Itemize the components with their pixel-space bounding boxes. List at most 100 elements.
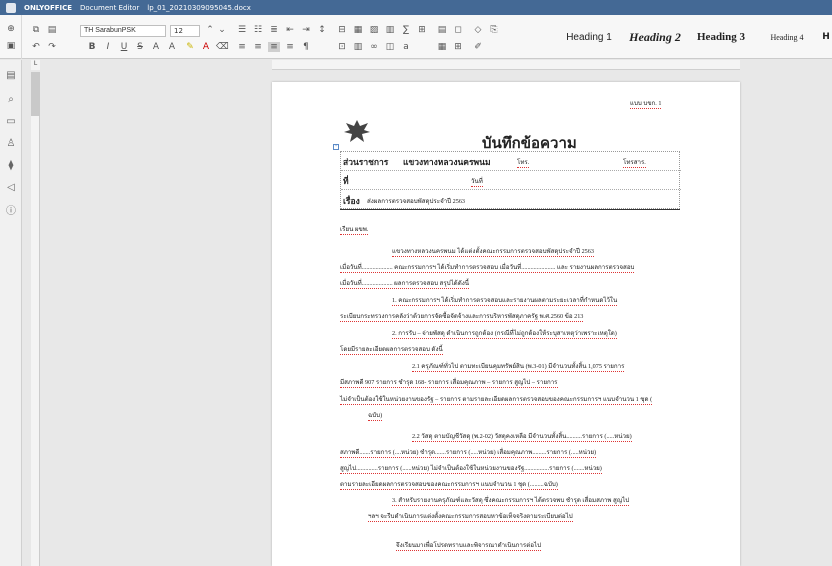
ruler-corner[interactable]: L bbox=[31, 60, 40, 70]
font-color-icon[interactable]: A bbox=[200, 42, 212, 52]
phone-label: โทร. bbox=[517, 159, 530, 168]
table-icon[interactable]: ▦ bbox=[352, 25, 364, 35]
text-art-icon[interactable]: a bbox=[400, 42, 412, 52]
document-page[interactable]: แบบ บขก. 1 บันทึกข้อความ + ส่วนราชการ แข… bbox=[272, 82, 740, 566]
body-line: เมื่อวันที่.................... ผลการตรว… bbox=[340, 280, 469, 289]
file-icon[interactable]: ▤ bbox=[5, 70, 17, 82]
form-reference: แบบ บขก. 1 bbox=[630, 100, 662, 109]
plugins-icon[interactable]: ⧫ bbox=[5, 160, 17, 172]
columns-icon[interactable]: ▥ bbox=[352, 42, 364, 52]
style-heading-1[interactable]: Heading 1 bbox=[556, 18, 622, 56]
align-center-icon[interactable]: ≡ bbox=[252, 42, 264, 52]
decrease-indent-icon[interactable]: ⇤ bbox=[284, 25, 296, 35]
info-icon[interactable]: ⓘ bbox=[5, 206, 17, 218]
strikethrough-icon[interactable]: S bbox=[134, 42, 146, 52]
body-line: มีสภาพดี 907 รายการ ชำรุด 168- รายการ เส… bbox=[340, 379, 558, 388]
body-line: แขวงทางหลวงนครพนม ได้แต่งตั้งคณะกรรมการต… bbox=[392, 248, 594, 257]
body-line: 2.1 ครุภัณฑ์ทั่วไป ตามทะเบียนคุมทรัพย์สิ… bbox=[412, 363, 625, 372]
save-icon[interactable]: ▣ bbox=[5, 41, 17, 51]
style-more[interactable]: H bbox=[820, 18, 832, 56]
decrease-font-icon[interactable]: ⌄ bbox=[216, 25, 228, 35]
wrap-text-icon[interactable]: ◻ bbox=[452, 25, 464, 35]
bold-icon[interactable]: B bbox=[86, 42, 98, 52]
font-size-select[interactable]: 12 bbox=[170, 25, 200, 37]
closing-line: จึงเรียนมาเพื่อโปรดทราบและพิจารณาดำเนินก… bbox=[396, 542, 542, 551]
onlyoffice-logo-icon bbox=[6, 2, 16, 13]
body-line: 1. คณะกรรมการฯ ได้เริ่มทำการตรวจสอบและรา… bbox=[392, 297, 618, 306]
body-line: ฯลฯ จะรีบดำเนินการแต่งตั้งคณะกรรมการสอบห… bbox=[368, 513, 573, 522]
arrange-icon[interactable]: ▦ bbox=[436, 42, 448, 52]
garuda-emblem bbox=[344, 120, 370, 142]
line-spacing-icon[interactable]: ↕ bbox=[316, 25, 328, 35]
agency-label: ส่วนราชการ bbox=[343, 157, 389, 167]
highlight-icon[interactable]: ✎ bbox=[184, 42, 196, 52]
table-move-handle[interactable]: + bbox=[333, 144, 339, 150]
textbox-icon[interactable]: ⊞ bbox=[416, 25, 428, 35]
redo-icon[interactable]: ↷ bbox=[46, 42, 58, 52]
horizontal-ruler[interactable] bbox=[272, 60, 740, 70]
align-justify-icon[interactable]: ≡ bbox=[268, 42, 280, 52]
vertical-ruler[interactable] bbox=[31, 72, 40, 566]
body-line: เมื่อวันที่.................... คณะกรรมก… bbox=[340, 264, 635, 273]
fax-label: โทรสาร. bbox=[623, 159, 646, 168]
undo-icon[interactable]: ↶ bbox=[30, 42, 42, 52]
body-line: ตามรายละเอียดผลการตรวจสอบของคณะกรรมการฯ … bbox=[340, 481, 558, 490]
bullet-list-icon[interactable]: ☰ bbox=[236, 25, 248, 35]
increase-indent-icon[interactable]: ⇥ bbox=[300, 25, 312, 35]
header-footer-icon[interactable]: ⊡ bbox=[336, 42, 348, 52]
file-name: lp_01_20210309095045.docx bbox=[147, 3, 251, 12]
increase-font-icon[interactable]: ⌃ bbox=[204, 25, 216, 35]
italic-icon[interactable]: I bbox=[102, 42, 114, 52]
style-heading-3[interactable]: Heading 3 bbox=[688, 18, 754, 56]
body-line: ฉบับ) bbox=[368, 412, 383, 421]
body-line: 2. การรับ – จ่ายพัสดุ ดำเนินการถูกต้อง (… bbox=[392, 330, 617, 339]
equation-icon[interactable]: ∑ bbox=[400, 25, 412, 35]
underline-icon[interactable]: U bbox=[118, 42, 130, 52]
numbered-list-icon[interactable]: ☷ bbox=[252, 25, 264, 35]
image-icon[interactable]: ▨ bbox=[368, 25, 380, 35]
superscript-icon[interactable]: A bbox=[150, 42, 162, 52]
comments-icon[interactable]: ▭ bbox=[5, 116, 17, 128]
salutation: เรียน ผขพ. bbox=[340, 226, 369, 235]
align-right-icon[interactable]: ≡ bbox=[284, 42, 296, 52]
style-heading-2[interactable]: Heading 2 bbox=[622, 18, 688, 56]
subject-value: ส่งผลการตรวจสอบพัสดุประจำปี 2563 bbox=[367, 198, 466, 205]
number-label: ที่ bbox=[343, 176, 349, 186]
speaker-icon[interactable]: ◁ bbox=[5, 182, 17, 194]
paste-icon[interactable]: ▤ bbox=[46, 25, 58, 35]
style-heading-4[interactable]: Heading 4 bbox=[754, 18, 820, 56]
subject-label: เรื่อง bbox=[343, 196, 360, 206]
clear-format-icon[interactable]: ◇ bbox=[472, 25, 484, 35]
copy-style-icon[interactable]: ⎘ bbox=[488, 25, 500, 35]
paragraph-marks-icon[interactable]: ¶ bbox=[300, 42, 312, 52]
body-line: สูญไป..............รายการ (......หน่วย) … bbox=[340, 465, 602, 474]
group-icon[interactable]: ⊞ bbox=[452, 42, 464, 52]
multilevel-list-icon[interactable]: ≣ bbox=[268, 25, 280, 35]
editor-name: Document Editor bbox=[80, 3, 140, 12]
agency-value: แขวงทางหลวงนครพนม bbox=[403, 157, 491, 167]
toolbar: ⊕ ▣ ⧉ ▤ ↶ ↷ TH SarabunPSK 12 ⌃ ⌄ B I U S… bbox=[0, 15, 832, 59]
color-scheme-icon[interactable]: ✐ bbox=[472, 42, 484, 52]
subscript-icon[interactable]: A bbox=[166, 42, 178, 52]
search-icon[interactable]: ⌕ bbox=[5, 94, 17, 106]
chart-icon[interactable]: ▥ bbox=[384, 25, 396, 35]
header-divider bbox=[340, 209, 680, 210]
page-break-icon[interactable]: ⊟ bbox=[336, 25, 348, 35]
align-objects-icon[interactable]: ▤ bbox=[436, 25, 448, 35]
body-line: ไม่จำเป็นต้องใช้ในหน่วยงานของรัฐ – รายกา… bbox=[340, 396, 653, 405]
body-line: ระเบียบกระทรวงการคลังว่าด้วยการจัดซื้อจั… bbox=[340, 313, 584, 322]
body-line: 2.2 วัสดุ ตามบัญชีวัสดุ (พ.2-02) วัสดุคง… bbox=[412, 433, 632, 442]
link-icon[interactable]: ∞ bbox=[368, 42, 380, 52]
toolbar-left-panel: ⊕ ▣ bbox=[0, 15, 22, 59]
memo-header-table: ส่วนราชการ แขวงทางหลวงนครพนม โทร. โทรสาร… bbox=[340, 151, 681, 209]
body-line: สภาพดี.......รายการ (....หน่วย) ชำรุด...… bbox=[340, 449, 597, 458]
copy-icon[interactable]: ⧉ bbox=[30, 25, 42, 35]
clear-style-icon[interactable]: ⌫ bbox=[216, 42, 229, 52]
date-label: วันที่ bbox=[471, 178, 483, 187]
left-sidebar: ▤ ⌕ ▭ ♙ ⧫ ◁ ⓘ bbox=[0, 60, 22, 566]
globe-icon[interactable]: ⊕ bbox=[5, 24, 17, 34]
align-left-icon[interactable]: ≡ bbox=[236, 42, 248, 52]
users-icon[interactable]: ♙ bbox=[5, 138, 17, 150]
font-name-select[interactable]: TH SarabunPSK bbox=[80, 25, 166, 37]
comment-icon[interactable]: ◫ bbox=[384, 42, 396, 52]
